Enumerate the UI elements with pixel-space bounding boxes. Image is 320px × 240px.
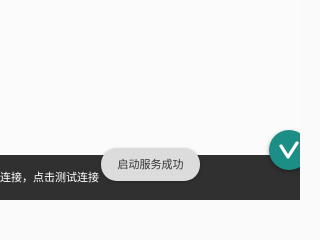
snackbar-message[interactable]: 连接，点击测试连接 xyxy=(0,171,99,185)
toast-message: 启动服务成功 xyxy=(117,158,184,171)
app-screen: 连接，点击测试连接 启动服务成功 xyxy=(0,0,300,200)
main-content xyxy=(0,0,300,155)
toast: 启动服务成功 xyxy=(101,148,200,181)
check-v-icon xyxy=(279,141,299,159)
